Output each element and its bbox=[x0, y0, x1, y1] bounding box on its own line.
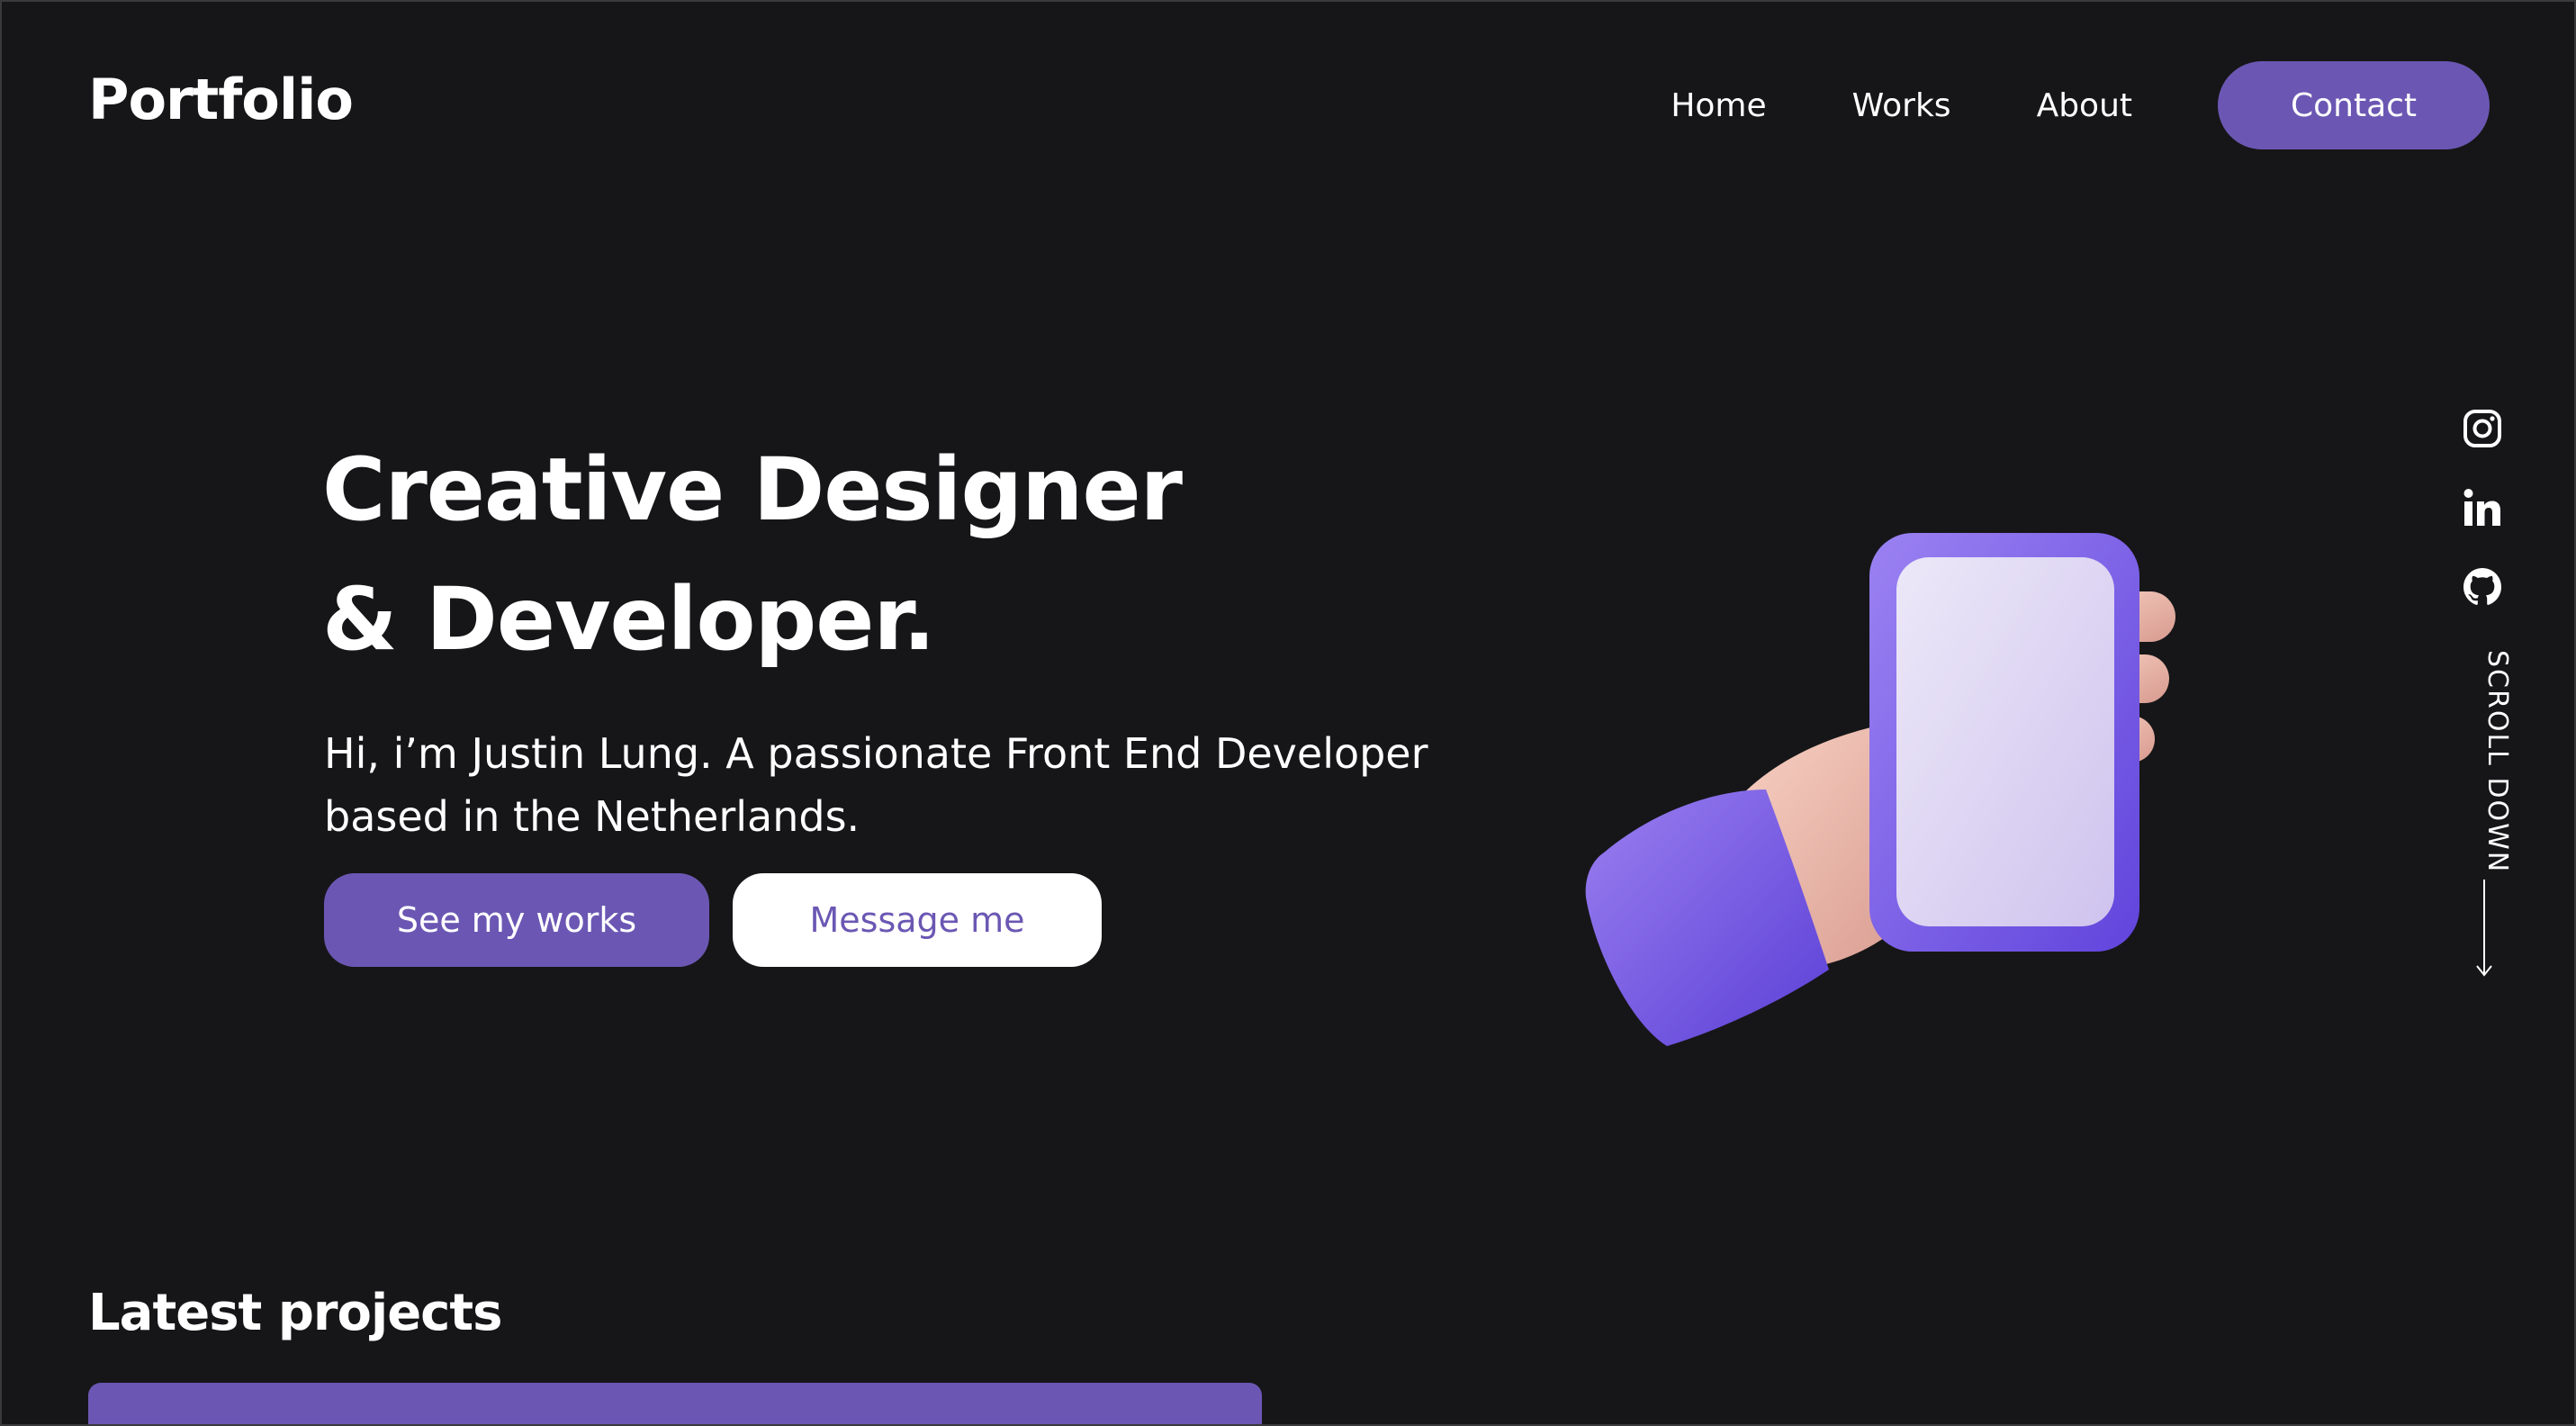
hero-intro: Hi, i’m Justin Lung. A passionate Front … bbox=[324, 722, 1494, 848]
nav-about[interactable]: About bbox=[2037, 87, 2132, 124]
site-logo[interactable]: Portfolio bbox=[88, 67, 354, 132]
see-my-works-button[interactable]: See my works bbox=[324, 873, 709, 967]
scroll-down-label[interactable]: SCROLL DOWN bbox=[2481, 650, 2513, 873]
arrow-down-icon bbox=[2476, 880, 2492, 977]
project-card[interactable] bbox=[88, 1383, 1262, 1424]
hero-title-line-2: & Developer. bbox=[322, 569, 935, 670]
nav-home[interactable]: Home bbox=[1671, 87, 1766, 124]
social-links bbox=[2461, 407, 2504, 645]
contact-button[interactable]: Contact bbox=[2218, 61, 2490, 149]
page: Portfolio Home Works About Contact Creat… bbox=[0, 0, 2576, 1426]
main-nav: Home Works About Contact bbox=[1671, 61, 2490, 149]
message-me-button[interactable]: Message me bbox=[733, 873, 1102, 967]
instagram-icon[interactable] bbox=[2461, 407, 2504, 450]
hand-holding-phone-illustration bbox=[1585, 533, 2175, 1046]
latest-projects-heading: Latest projects bbox=[88, 1284, 502, 1342]
hero-intro-line-2: based in the Netherlands. bbox=[324, 792, 860, 841]
hero-intro-line-1: Hi, i’m Justin Lung. A passionate Front … bbox=[324, 729, 1428, 778]
github-icon[interactable] bbox=[2461, 565, 2504, 609]
linkedin-icon[interactable] bbox=[2461, 486, 2504, 529]
hero-title: Creative Designer & Developer. bbox=[322, 425, 1183, 684]
hero-title-line-1: Creative Designer bbox=[322, 439, 1183, 540]
nav-works[interactable]: Works bbox=[1852, 87, 1951, 124]
hero-actions: See my works Message me bbox=[324, 873, 1102, 967]
